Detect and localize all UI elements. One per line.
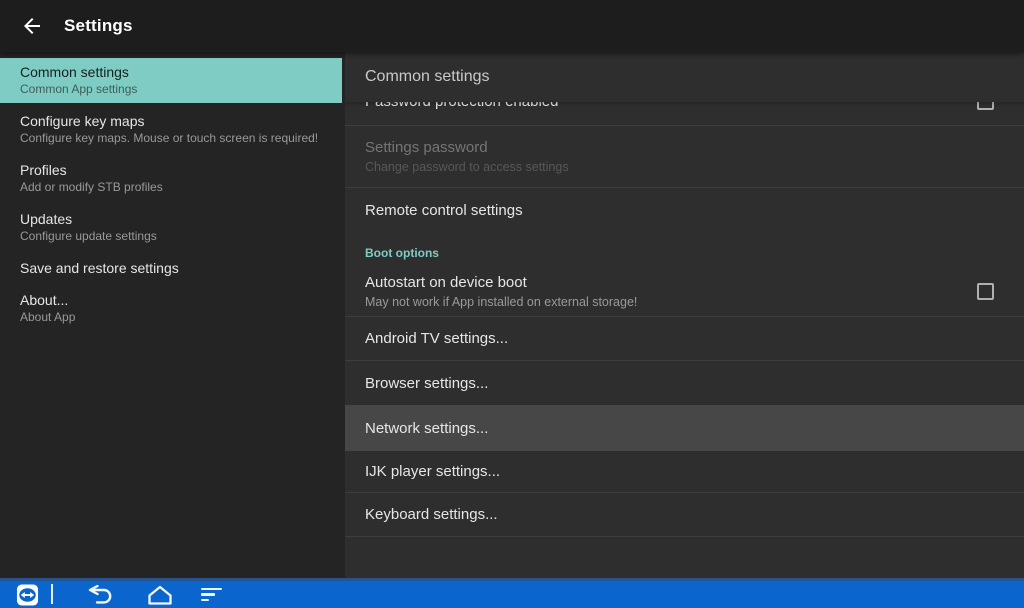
row-keyboard-settings[interactable]: Keyboard settings... (345, 493, 1024, 537)
row-title: Browser settings... (365, 374, 994, 393)
row-title: Network settings... (365, 419, 994, 438)
row-remote-control-settings[interactable]: Remote control settings (345, 188, 1024, 232)
row-title: Settings password (365, 138, 994, 157)
sidebar-item-sublabel: Configure update settings (20, 229, 325, 244)
row-autostart[interactable]: Autostart on device boot May not work if… (345, 266, 1024, 317)
sidebar-item-common-settings[interactable]: Common settings Common App settings (0, 58, 342, 103)
sidebar-item-label: About... (20, 291, 325, 309)
row-android-tv-settings[interactable]: Android TV settings... (345, 317, 1024, 361)
nav-separator (51, 584, 53, 604)
settings-list: Password protection enabled Settings pas… (345, 102, 1024, 537)
section-label: Boot options (365, 246, 439, 260)
row-browser-settings[interactable]: Browser settings... (345, 361, 1024, 405)
sidebar-item-sublabel: Add or modify STB profiles (20, 180, 325, 195)
sidebar-item-configure-key-maps[interactable]: Configure key maps Configure key maps. M… (0, 107, 345, 152)
sidebar-item-label: Configure key maps (20, 112, 325, 130)
teamviewer-icon[interactable] (16, 583, 39, 606)
sidebar-item-sublabel: Common App settings (20, 82, 322, 97)
sidebar-item-sublabel: Configure key maps. Mouse or touch scree… (20, 131, 325, 146)
sidebar-item-profiles[interactable]: Profiles Add or modify STB profiles (0, 156, 345, 201)
row-title: Android TV settings... (365, 329, 994, 348)
autostart-checkbox[interactable] (977, 283, 994, 300)
sidebar-item-label: Profiles (20, 161, 325, 179)
sidebar-item-updates[interactable]: Updates Configure update settings (0, 205, 345, 250)
content-header: Common settings (345, 52, 1024, 102)
row-title: Remote control settings (365, 201, 994, 220)
back-icon[interactable] (84, 585, 114, 605)
android-nav-bar (0, 578, 1024, 608)
app-bar: Settings (0, 0, 1024, 52)
row-subtitle: May not work if App installed on externa… (365, 294, 977, 310)
sidebar-item-about[interactable]: About... About App (0, 286, 345, 331)
back-arrow-icon[interactable] (20, 14, 44, 38)
row-title: IJK player settings... (365, 462, 994, 481)
sidebar-item-sublabel: About App (20, 310, 325, 325)
sidebar-item-save-restore[interactable]: Save and restore settings (0, 254, 345, 282)
content-panel: Common settings Password protection enab… (345, 52, 1024, 578)
settings-screen: Settings Common settings Common App sett… (0, 0, 1024, 608)
section-boot-options: Boot options (345, 232, 1024, 266)
sidebar-item-label: Updates (20, 210, 325, 228)
home-icon[interactable] (144, 585, 176, 605)
sidebar-item-label: Common settings (20, 63, 322, 81)
body: Common settings Common App settings Conf… (0, 52, 1024, 578)
recents-icon[interactable] (201, 588, 223, 602)
row-subtitle: Change password to access settings (365, 159, 994, 175)
page-title: Settings (64, 16, 133, 36)
content-header-label: Common settings (365, 68, 490, 86)
row-settings-password: Settings password Change password to acc… (345, 126, 1024, 188)
sidebar: Common settings Common App settings Conf… (0, 52, 345, 578)
row-title: Keyboard settings... (365, 505, 994, 524)
sidebar-item-label: Save and restore settings (20, 259, 325, 277)
row-title: Autostart on device boot (365, 273, 977, 292)
row-network-settings[interactable]: Network settings... (345, 405, 1024, 451)
row-ijk-player-settings[interactable]: IJK player settings... (345, 451, 1024, 493)
